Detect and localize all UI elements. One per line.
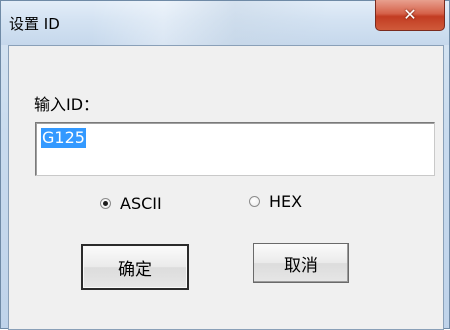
title-bar[interactable]: 设置 ID ✕ (1, 0, 449, 45)
ascii-radio-circle[interactable] (100, 198, 111, 209)
close-button[interactable]: ✕ (375, 0, 445, 31)
id-input-value[interactable]: G125 (41, 128, 86, 148)
close-icon: ✕ (403, 5, 417, 24)
ascii-radio[interactable]: ASCII (100, 194, 162, 213)
dialog-body: 输入ID： G125 ASCII HEX 确定 取消 (8, 45, 444, 330)
dialog-title: 设置 ID (9, 15, 60, 33)
set-id-dialog: 设置 ID ✕ 输入ID： G125 ASCII HEX 确定 取消 (0, 0, 450, 330)
ok-button[interactable]: 确定 (81, 244, 189, 290)
ascii-radio-label: ASCII (120, 194, 162, 213)
id-input[interactable]: G125 (35, 122, 435, 176)
id-prompt-label: 输入ID： (34, 95, 100, 114)
cancel-button[interactable]: 取消 (253, 243, 349, 283)
hex-radio-label: HEX (269, 192, 303, 211)
hex-radio[interactable]: HEX (249, 192, 302, 211)
hex-radio-circle[interactable] (249, 196, 260, 207)
